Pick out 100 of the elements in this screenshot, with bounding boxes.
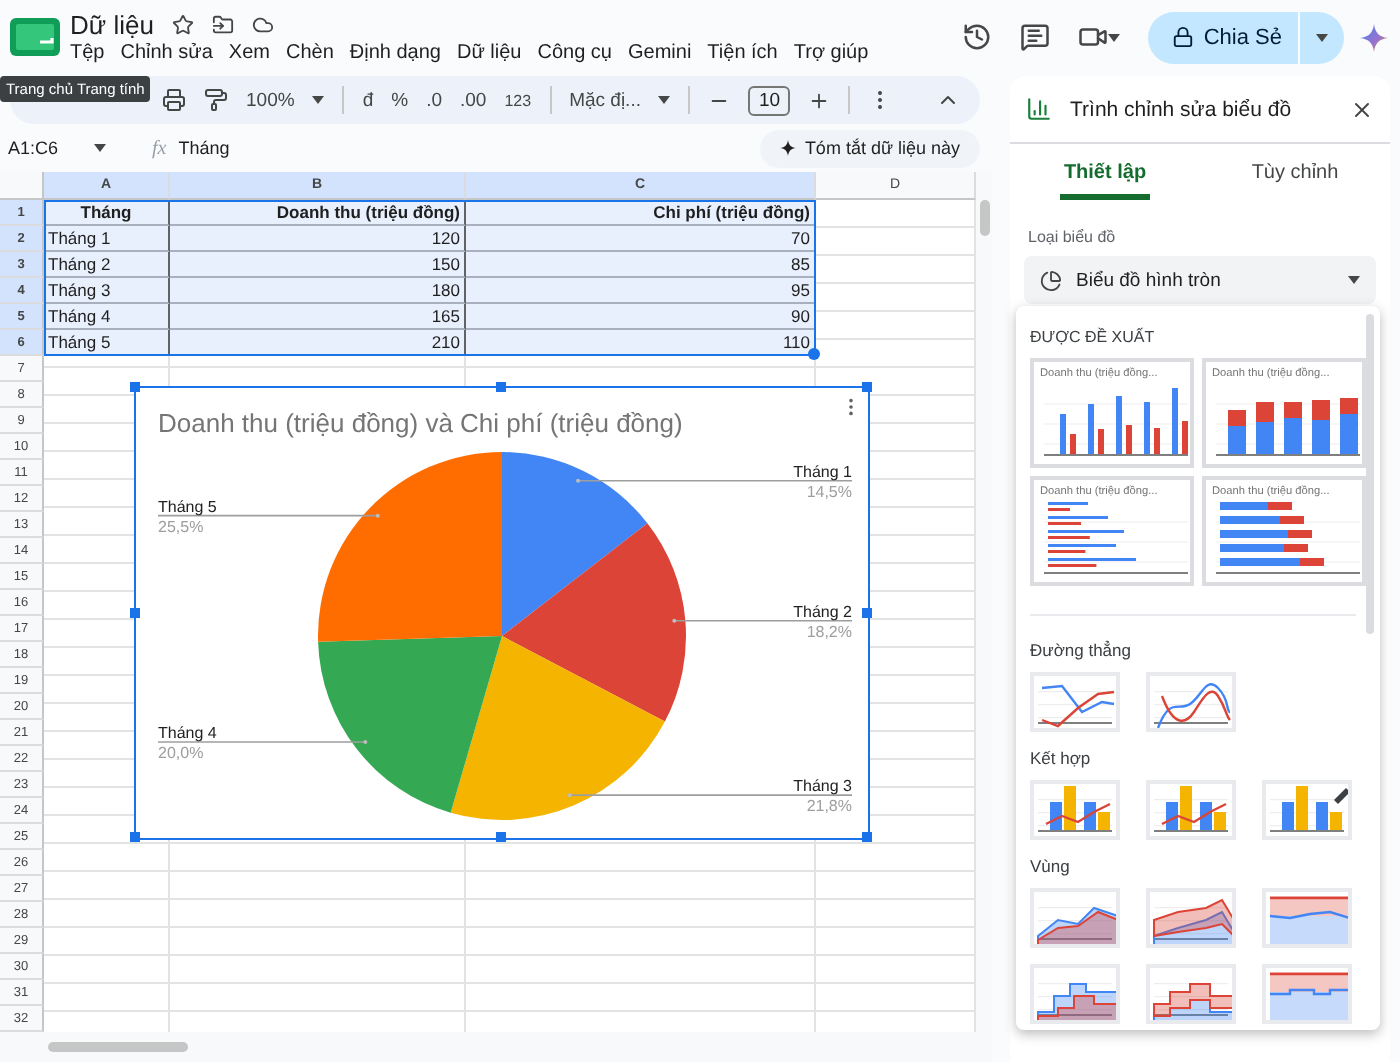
pie-chart-icon (1040, 269, 1062, 291)
percent-label: 18,2% (806, 622, 852, 641)
document-title[interactable]: Dữ liệu (70, 10, 154, 40)
table-cell: 165 (170, 304, 466, 330)
menu-item[interactable]: Tiện ích (707, 42, 778, 64)
caret-icon (94, 144, 107, 152)
sparkle-icon (780, 140, 797, 156)
resize-handle[interactable] (496, 832, 506, 842)
fill-handle[interactable] (808, 348, 820, 360)
spreadsheet-grid[interactable] (0, 172, 976, 1032)
chart-type-option[interactable] (1146, 672, 1236, 732)
menu-item[interactable]: Công cụ (537, 42, 612, 64)
tab[interactable]: Thiết lập (1010, 154, 1200, 210)
table-cell: 85 (466, 252, 816, 278)
chart-type-option[interactable] (1030, 888, 1120, 948)
table-cell: Doanh thu (triệu đồng) (170, 200, 466, 226)
panel-title: Trình chỉnh sửa biểu đồ (1070, 97, 1294, 121)
slice-label: Tháng 2 (793, 602, 852, 621)
chart-type-option[interactable] (1262, 888, 1352, 948)
slice-label: Tháng 1 (793, 462, 852, 481)
sparkle-icon[interactable] (1360, 23, 1388, 51)
caret-icon (658, 96, 671, 104)
chart-title: Doanh thu (triệu đồng) và Chi phí (triệu đồng) (158, 408, 683, 438)
chart-type-select[interactable]: Biểu đồ hình tròn (1024, 256, 1376, 304)
resize-handle[interactable] (862, 832, 872, 842)
chart-type-option[interactable] (1030, 780, 1120, 840)
table-cell: 110 (466, 330, 816, 356)
table-cell: Chi phí (triệu đồng) (466, 200, 816, 226)
menu-item[interactable]: Định dạng (349, 42, 441, 64)
table-cell: 70 (466, 226, 816, 252)
table-cell: Tháng 3 (44, 278, 170, 304)
resize-handle[interactable] (862, 382, 872, 392)
chart-icon (1026, 96, 1052, 122)
chart[interactable]: Doanh thu (triệu đồng) và Chi phí (triệu đồng) Tháng 1 14,5% Tháng 2 18,2% Tháng 3 21,8% Tháng 4 20,0% Tháng 5 25,5% (134, 386, 870, 840)
formula-value[interactable]: Tháng (178, 138, 230, 158)
menu-item[interactable]: Dữ liệu (456, 42, 522, 64)
number-format-button[interactable]: 123 (504, 91, 532, 109)
chart-type-option[interactable] (1030, 964, 1120, 1024)
table-cell: 95 (466, 278, 816, 304)
share-options-button[interactable] (1300, 11, 1344, 63)
section-heading: ĐƯỢC ĐỀ XUẤT (1030, 328, 1157, 346)
resize-handle[interactable] (130, 382, 140, 392)
slice-label: Tháng 4 (158, 724, 217, 742)
table-cell: 90 (466, 304, 816, 330)
slice-label: Tháng 5 (158, 497, 217, 516)
paint-format-icon[interactable] (204, 88, 228, 112)
menu-item[interactable]: Gemini (627, 42, 692, 64)
chart-type-option[interactable] (1146, 964, 1236, 1024)
increase-decimal-button[interactable]: .00 (460, 89, 487, 111)
video-caret-icon (1107, 33, 1120, 41)
video-icon[interactable] (1077, 22, 1108, 52)
menu-item[interactable]: Chỉnh sửa (120, 42, 213, 64)
lock-icon (1171, 26, 1194, 48)
menu-item[interactable]: Tệp (70, 42, 105, 64)
menu-item[interactable]: Chèn (285, 42, 334, 64)
percent-area-chart-icon (1266, 892, 1348, 944)
decrease-decimal-button[interactable]: .0 (426, 89, 442, 111)
table-cell: Tháng 4 (44, 304, 170, 330)
share-button[interactable]: Chia Sẻ (1147, 11, 1298, 63)
percent-label: 14,5% (806, 482, 852, 501)
font-size-field[interactable]: 10 (748, 85, 791, 115)
percent-stepped-area-chart-icon (1266, 968, 1348, 1020)
table-cell: 180 (170, 278, 466, 304)
resize-handle[interactable] (130, 608, 140, 618)
menu-item[interactable]: Trợ giúp (793, 42, 869, 64)
chart-type-option[interactable] (1146, 888, 1236, 948)
tab[interactable]: Tùy chỉnh (1200, 154, 1390, 210)
chart-type-option[interactable] (1030, 672, 1120, 732)
combo-edit-chart-icon (1266, 784, 1348, 836)
font-select[interactable]: Mặc đị... (569, 89, 641, 111)
chart-type-option[interactable] (1262, 780, 1352, 840)
menu-item[interactable]: Xem (228, 42, 270, 64)
summarize-button[interactable]: Tóm tắt dữ liệu này (760, 129, 980, 167)
chart-type-option[interactable] (1262, 964, 1352, 1024)
comment-icon[interactable] (1019, 22, 1050, 52)
percent-button[interactable]: % (391, 89, 409, 111)
folder-icon[interactable] (211, 14, 234, 36)
close-icon[interactable] (1350, 97, 1374, 121)
chart-type-option[interactable] (1146, 780, 1236, 840)
combo-chart-icon (1034, 784, 1116, 836)
resize-handle[interactable] (496, 382, 506, 392)
cloud-icon[interactable] (251, 14, 274, 36)
section-heading: Đường thẳng (1030, 640, 1133, 660)
table-cell: 210 (170, 330, 466, 356)
function-label: fx (152, 137, 167, 159)
zoom-select[interactable]: 100% (246, 89, 295, 111)
name-box[interactable]: A1:C6 (8, 138, 59, 158)
resize-handle[interactable] (130, 832, 140, 842)
percent-label: 21,8% (806, 797, 852, 816)
currency-button[interactable]: đ (362, 89, 374, 111)
menu-scrollbar[interactable] (1366, 314, 1374, 634)
print-icon[interactable] (162, 88, 186, 112)
plus-icon[interactable] (808, 89, 831, 111)
history-icon[interactable] (961, 22, 992, 52)
percent-label: 25,5% (158, 517, 204, 536)
table-cell: 120 (170, 226, 466, 252)
combo-chart-icon (1150, 784, 1232, 836)
caret-icon (1348, 276, 1360, 284)
star-icon[interactable] (171, 14, 194, 36)
resize-handle[interactable] (862, 608, 872, 618)
